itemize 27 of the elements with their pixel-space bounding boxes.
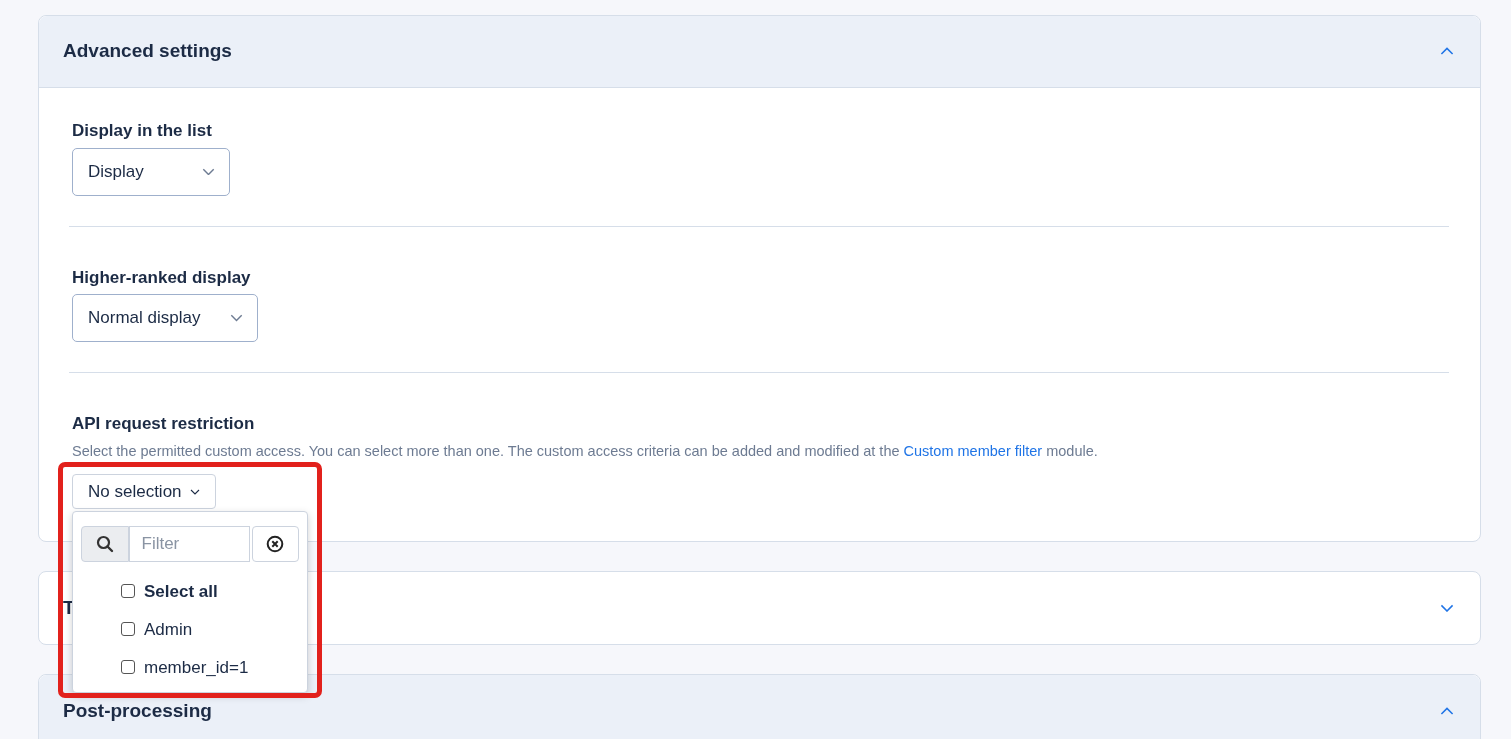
accordion-title: Advanced settings — [63, 39, 232, 64]
accordion-title: Post-processing — [63, 698, 212, 723]
option-label: Admin — [144, 618, 193, 641]
chevron-up-icon — [1440, 47, 1454, 56]
clear-button[interactable] — [251, 526, 299, 563]
chevron-down-icon — [202, 167, 215, 176]
field-label: API request restriction — [72, 413, 256, 435]
multiselect-button[interactable]: No selection — [72, 474, 216, 510]
accordion-header[interactable]: Post-processing — [39, 675, 1480, 739]
link[interactable]: Custom member filter — [903, 442, 1043, 459]
field-label: Higher-ranked display — [72, 266, 252, 289]
accordion-header[interactable]: Advanced settings — [39, 16, 1480, 88]
clear-icon — [266, 535, 285, 554]
checkbox[interactable] — [121, 660, 135, 675]
chevron-down-icon — [1440, 604, 1454, 613]
field-label: Display in the list — [72, 120, 213, 142]
chevron-down-icon — [230, 314, 244, 322]
search-icon — [95, 535, 114, 554]
checkbox[interactable] — [121, 622, 135, 637]
chevron-down-icon — [189, 488, 200, 495]
checkbox[interactable] — [121, 584, 135, 599]
help-text: Select the permitted custom access. You can select more than one. The custom access criteria can be added and modified at the Custom member filter module. — [72, 441, 1099, 461]
option-label: Select all — [144, 580, 218, 603]
select-field[interactable]: Display — [72, 147, 230, 196]
select-field[interactable]: Normal display — [72, 294, 259, 342]
chevron-up-icon — [1440, 706, 1454, 715]
filter-field[interactable]: Filter — [128, 526, 250, 563]
